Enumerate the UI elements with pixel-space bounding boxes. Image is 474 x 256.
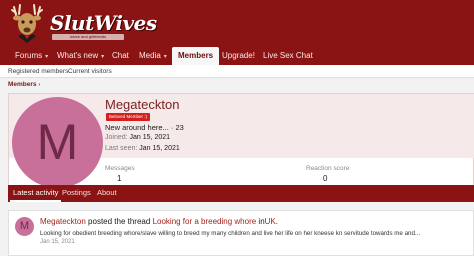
tab-latest-activity[interactable]: Latest activity [10,185,62,202]
last-seen-value[interactable]: Jan 15, 2021 [139,145,179,152]
avatar[interactable]: M [12,97,103,188]
nav-forums-label: Forums [15,51,43,60]
chevron-right-icon: › [38,82,41,88]
nav-media-label: Media [139,51,161,60]
site-header: SlutWives wives and girlfriends [0,0,474,47]
subnav-current-visitors[interactable]: Current visitors [68,66,112,77]
nav-live-sex-chat-label: Live Sex Chat [263,51,313,60]
chevron-down-icon: ▾ [163,54,167,60]
logo-tagline: wives and girlfriends [52,34,124,40]
subnav-registered-members[interactable]: Registered members [8,66,68,77]
activity-end: . [275,217,279,226]
user-title: New around here... [105,123,169,132]
activity-action: posted the thread [88,217,151,226]
chevron-down-icon: ▾ [101,54,105,60]
last-seen-line: Last seen: Jan 15, 2021 [105,145,180,152]
nav-chat[interactable]: Chat [112,47,129,65]
activity-forum-link[interactable]: UK [265,217,276,226]
activity-item: M Megateckton posted the thread Looking … [8,210,474,256]
joined-line: Joined: Jan 15, 2021 [105,134,170,141]
logo-wordmark: SlutWives [50,11,157,35]
nav-live-sex-chat[interactable]: Live Sex Chat [263,47,313,65]
tab-postings[interactable]: Postings [62,185,91,202]
activity-headline: Megateckton posted the thread Looking fo… [40,217,278,226]
deer-mascot-icon [11,4,43,43]
user-age: · 23 [170,123,184,132]
activity-thread-link[interactable]: Looking for a breeding whore [153,217,257,226]
messages-count[interactable]: 1 [117,174,121,183]
last-seen-label: Last seen: [105,145,138,152]
user-title-line: New around here... · 23 [105,123,184,132]
profile-card: M Megateckton Beloved Member :) New arou… [8,93,474,189]
activity-date[interactable]: Jan 15, 2021 [40,239,75,245]
site-logo[interactable]: SlutWives wives and girlfriends [4,3,157,45]
nav-upgrade[interactable]: Upgrade! [222,47,255,65]
activity-user-link[interactable]: Megateckton [40,217,86,226]
nav-upgrade-label: Upgrade! [222,51,255,60]
joined-label: Joined: [105,134,128,141]
activity-snippet: Looking for obedient breeding whore/slav… [40,230,421,237]
sub-nav: Registered members Current visitors [0,65,474,78]
nav-members-label: Members [178,51,214,60]
main-nav: Forums ▾ What's new ▾ Chat Media ▾ Members … [0,47,474,65]
messages-label: Messages [105,165,135,172]
nav-whats-new[interactable]: What's new ▾ [57,47,104,65]
nav-forums[interactable]: Forums ▾ [15,47,48,65]
joined-value: Jan 15, 2021 [129,134,171,141]
chevron-down-icon: ▾ [45,54,49,60]
breadcrumb-members: Members [8,81,37,88]
nav-chat-label: Chat [112,51,129,60]
reaction-score-label: Reaction score [306,165,350,172]
user-banner-badge: Beloved Member :) [106,113,151,121]
nav-members[interactable]: Members [172,47,220,65]
reaction-score-value: 0 [323,174,328,183]
nav-media[interactable]: Media ▾ [139,47,167,65]
nav-whats-new-label: What's new [57,51,99,60]
feed-avatar[interactable]: M [15,217,34,236]
breadcrumb[interactable]: Members › [8,81,40,88]
tab-about[interactable]: About [97,185,117,202]
profile-tabs: Latest activity Postings About [8,185,474,202]
profile-username: Megateckton [105,97,180,112]
